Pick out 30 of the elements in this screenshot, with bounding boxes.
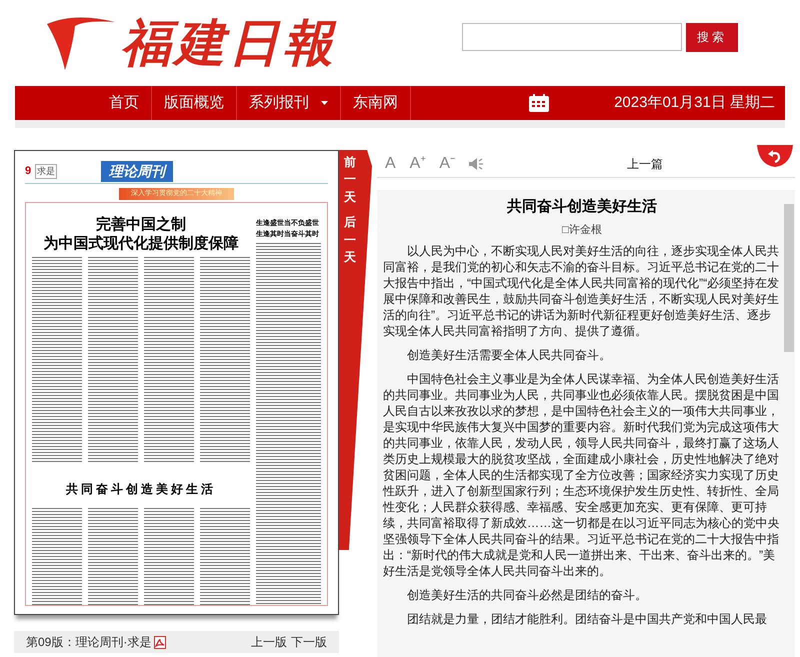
newspaper-logo: 福建日報 [121, 18, 337, 68]
search-field[interactable] [462, 23, 682, 51]
article-paragraph: 中国特色社会主义事业是为全体人民谋幸福、为全体人民创造美好生活的共同事业。共同事业为人民，共同事业也必须依靠人民。摆脱贫困是中国人民自古以来孜孜以求的梦想，是中国特色社会主义的一项伟大共同事业，是实现中华民族伟大复兴中国梦的重要内容。新时代我们党为完成这项伟大的共同事业，依靠人民，发动人民，领导人民共同奋斗，最终打赢了这场人类历史上规模最大的脱贫攻坚战，全面建成小康社会，历史性地解决了绝对贫困问题，全体人民的生活都实现了全方位改善；国家经济实力实现了历史性跃升，进入了创新型国家行列；生态环境保护发生历史性、转折性、全局性变化；人民群众获得感、幸福感、安全感更加充实、更有保障、更可持续，共同富裕取得了新成效……这一切都是在以习近平同志为核心的党中央坚强领导下全体人民共同奋斗的结果。习近平总书记在党的二十大报告中指出：“新时代的伟大成就是党和人民一道拼出来、干出来、奋斗出来的。”美好生活是党领导全体人民共同奋斗出来的。 [383, 371, 780, 579]
article-title: 共同奋斗创造美好生活 [506, 197, 658, 217]
prev-page-link[interactable]: 上一版 [251, 633, 287, 651]
page-number: 9 [25, 164, 32, 180]
date-text: 2023年01月31日 星期二 [614, 92, 775, 113]
article-paragraph: 以人民为中心，不断实现人民对美好生活的向往，逐步实现全体人民共同富裕，是我们党的初心和矢志不渝的奋斗目标。习近平总书记在党的二十大报告中指出，“中国式现代化是全体人民共同富裕的现代化”“必须坚持在发展中保障和改善民生，鼓励共同奋斗创造美好生活，不断实现人民对美好生活的向往”。习近平总书记的讲话为新时代新征程更好创造美好生活、逐步实现全体人民共同富裕指明了方向、提供了遵循。 [383, 243, 780, 339]
prev-article-link[interactable]: 上一篇 [627, 154, 664, 172]
article-paragraph: 团结就是力量，团结才能胜利。团结奋斗是中国共产党和中国人民最 [406, 611, 768, 627]
author-byline: □许金根 [561, 223, 603, 237]
headline: 完善中国之制 为中国式现代化提供制度保障 [42, 215, 240, 253]
font-size-button[interactable]: A⁻ [439, 156, 456, 172]
pdf-icon[interactable] [154, 636, 166, 648]
calendar-icon[interactable] [529, 94, 550, 112]
page-label: 第09版：理论周刊·求是 [26, 634, 152, 651]
next-page-link[interactable]: 下一版 [291, 633, 327, 651]
back-button[interactable] [757, 145, 793, 167]
font-size-button[interactable]: A [385, 156, 396, 172]
day-link[interactable]: 前一天 [344, 154, 356, 206]
article-paragraph: 创造美好生活的共同奋斗必然是团结的奋斗。 [406, 587, 648, 603]
section-label: 求是 [35, 164, 58, 180]
headline: 共同奋斗创造美好生活 [65, 481, 217, 498]
article-paragraph: 创造美好生活需要全体人民共同奋斗。 [406, 347, 612, 363]
font-size-button[interactable]: A⁺ [410, 156, 426, 172]
nav-link[interactable]: 首页 [97, 86, 151, 120]
speaker-icon[interactable] [469, 158, 484, 170]
masthead: 理论周刊 [101, 161, 174, 182]
day-link[interactable]: 后一天 [344, 214, 356, 266]
search-button[interactable]: 搜索 [686, 22, 738, 52]
